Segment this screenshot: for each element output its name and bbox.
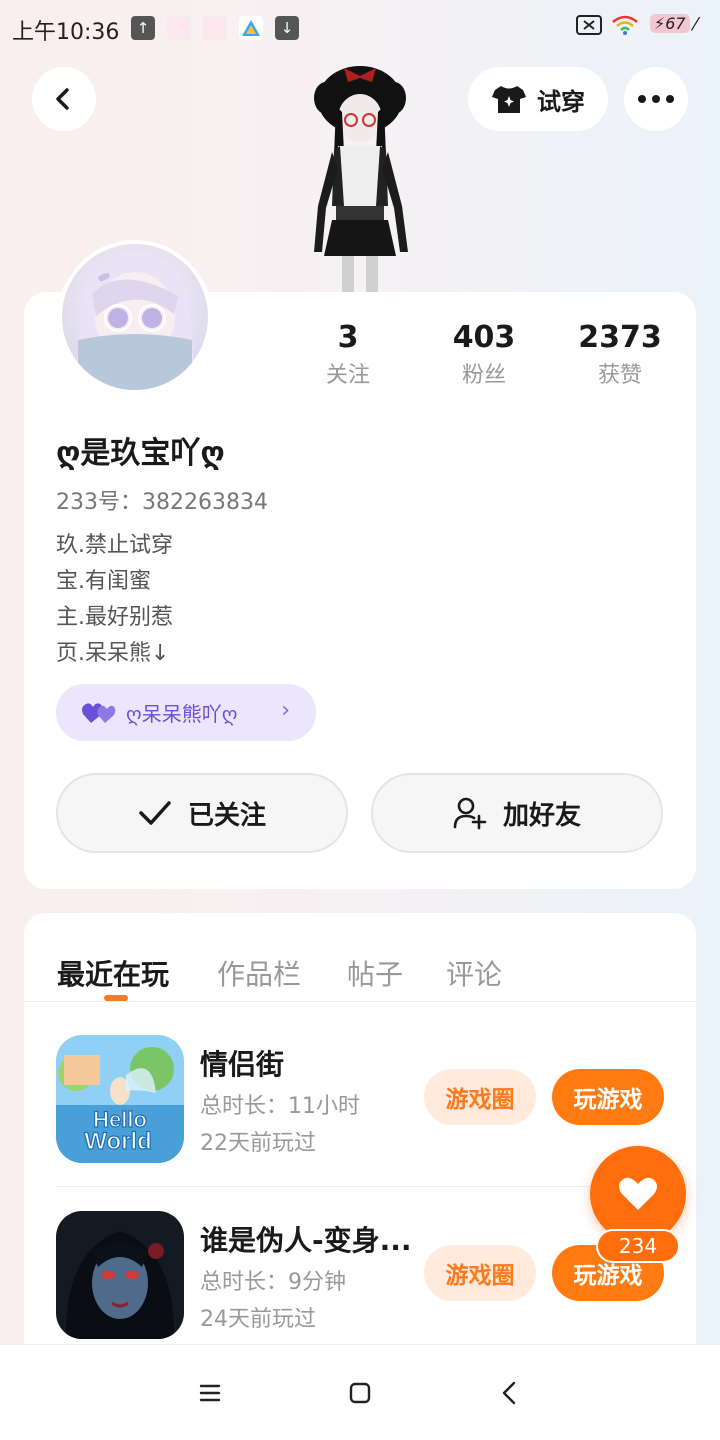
followers-label: 粉丝 (461, 363, 506, 388)
game-icon-text: World (84, 1128, 152, 1155)
wifi-icon (611, 14, 639, 41)
game-icon-shishiweiren[interactable] (56, 1211, 184, 1339)
following-label: 关注 (325, 363, 370, 388)
add-friend-label: 加好友 (502, 800, 581, 831)
recent-games-panel: 最近在玩 作品栏 帖子 评论 Hello World 情侣街 总时长：11小时 … (24, 913, 696, 1393)
double-heart-icon (82, 702, 116, 723)
bio-line: 主.最好别惹 (56, 605, 173, 630)
game-last-played: 24天前玩过 (200, 1307, 316, 1332)
chevron-right-icon: › (281, 698, 290, 723)
app-notification-icon (167, 16, 191, 40)
game-circle-button[interactable]: 游戏圈 (424, 1069, 536, 1125)
more-dots-icon (638, 95, 674, 103)
stat-followers[interactable]: 403 粉丝 (419, 318, 549, 394)
app-notification-icon (203, 16, 227, 40)
stat-following[interactable]: 3 关注 (283, 318, 413, 394)
tab-works[interactable]: 作品栏 (217, 953, 301, 993)
status-bar: 上午10:36 ↑ ↓ ⚡67 ⁄ (0, 0, 720, 56)
status-time: 上午10:36 (12, 20, 120, 45)
likes-count: 2373 (578, 320, 662, 355)
add-user-icon (453, 797, 487, 830)
game-name: 情侣街 (200, 1048, 285, 1081)
bio-line: 宝.有闺蜜 (56, 569, 151, 594)
user-bio: 玖.禁止试穿 宝.有闺蜜 主.最好别惹 页.呆呆熊↓ (56, 528, 173, 672)
chevron-left-icon (56, 88, 69, 110)
battery-icon: ⚡67 (650, 14, 690, 33)
tab-comments[interactable]: 评论 (446, 953, 502, 993)
game-last-played: 22天前玩过 (200, 1131, 316, 1156)
tab-divider (24, 1001, 696, 1002)
upload-icon: ↑ (131, 16, 155, 40)
close-friend-name: ღ呆呆熊吖ღ (126, 702, 238, 726)
user-avatar[interactable] (58, 240, 212, 394)
user-id-label: 233号： (56, 490, 142, 515)
stat-likes[interactable]: 2373 获赞 (555, 318, 685, 394)
home-square-icon[interactable] (344, 1377, 376, 1409)
tshirt-sparkle-icon (492, 86, 526, 113)
system-nav-bar (0, 1344, 720, 1440)
following-button[interactable]: 已关注 (56, 773, 348, 853)
app-notification-icon (239, 16, 263, 40)
checkmark-icon (139, 801, 171, 825)
user-id[interactable]: 233号：382263834 (56, 484, 268, 516)
like-button[interactable] (590, 1146, 686, 1242)
game-icon-qinglvjie[interactable]: Hello World (56, 1035, 184, 1163)
game-name: 谁是伪人-变身... (200, 1224, 412, 1257)
following-count: 3 (337, 320, 359, 355)
try-on-label: 试穿 (537, 87, 585, 116)
bio-line: 页.呆呆熊↓ (56, 641, 170, 666)
bio-line: 玖.禁止试穿 (56, 533, 173, 558)
close-friend-tag[interactable]: ღ呆呆熊吖ღ › (56, 684, 316, 741)
battery-level: 67 (665, 14, 686, 33)
tab-posts[interactable]: 帖子 (347, 953, 403, 993)
sim-off-icon (576, 14, 602, 41)
avatar-3d-figure[interactable] (298, 56, 422, 294)
game-duration: 总时长：11小时 (200, 1094, 360, 1119)
followers-count: 403 (452, 320, 516, 355)
like-count: 234 (596, 1229, 680, 1263)
more-button[interactable] (624, 67, 688, 131)
heart-icon (619, 1177, 657, 1210)
user-nickname: ღ是玖宝吖ღ (56, 436, 225, 471)
no-signal-icon: ⁄ (694, 14, 698, 35)
game-duration: 总时长：9分钟 (200, 1270, 346, 1295)
back-button[interactable] (32, 67, 96, 131)
back-triangle-icon[interactable] (494, 1377, 526, 1409)
user-id-value: 382263834 (142, 490, 268, 515)
menu-icon[interactable] (194, 1377, 226, 1409)
try-on-button[interactable]: 试穿 (468, 67, 608, 131)
game-circle-button[interactable]: 游戏圈 (424, 1245, 536, 1301)
row-divider (56, 1186, 664, 1187)
play-game-button[interactable]: 玩游戏 (552, 1069, 664, 1125)
following-button-label: 已关注 (187, 800, 266, 831)
likes-label: 获赞 (597, 363, 642, 388)
download-icon: ↓ (275, 16, 299, 40)
add-friend-button[interactable]: 加好友 (371, 773, 663, 853)
tab-recently-played[interactable]: 最近在玩 (57, 953, 169, 993)
